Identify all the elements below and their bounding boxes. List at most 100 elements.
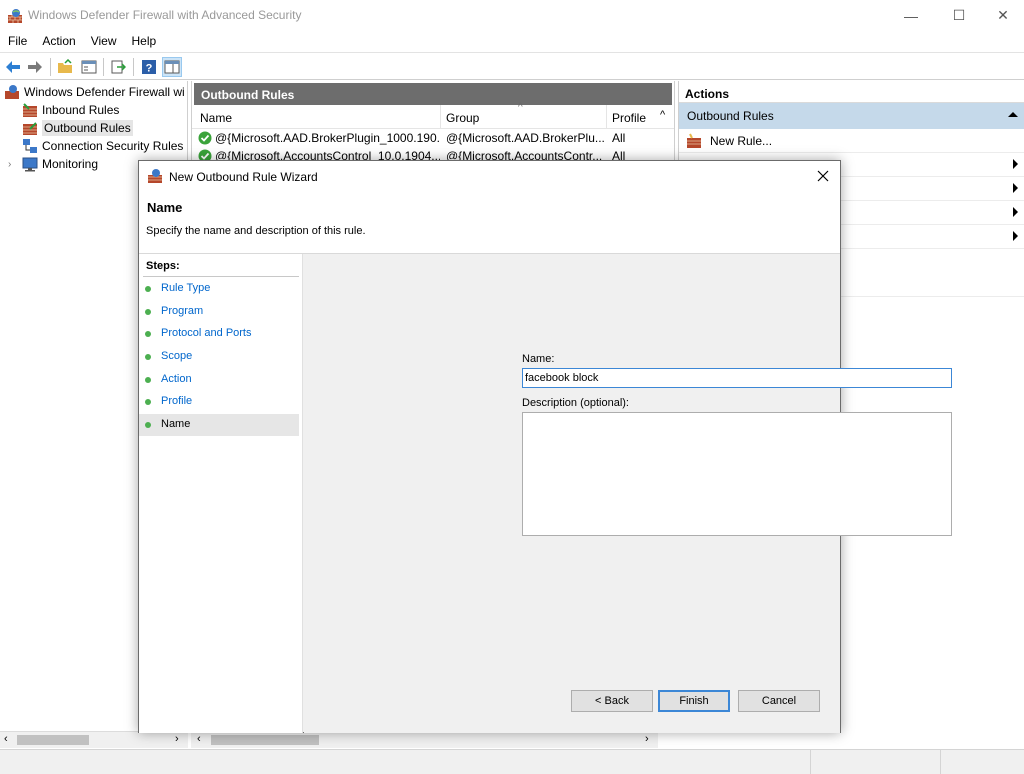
rule-group: @{Microsoft.AAD.BrokerPlu... <box>446 131 604 145</box>
new-rule-icon <box>687 133 701 148</box>
firewall-icon <box>148 169 162 183</box>
chevron-right-icon[interactable]: › <box>8 159 18 170</box>
tree-hscrollbar[interactable]: ‹ › <box>0 731 188 748</box>
step-label: Name <box>161 418 191 430</box>
firewall-icon <box>5 85 19 99</box>
svg-text:?: ? <box>146 63 153 75</box>
wizard-page-subtitle: Specify the name and description of this… <box>146 225 366 237</box>
tree-label: Connection Security Rules <box>42 139 184 153</box>
wizard-steps-panel: Steps: Rule Type Program Protocol and Po… <box>139 254 303 733</box>
step-complete-dot-icon <box>145 399 151 405</box>
step-complete-dot-icon <box>145 354 151 360</box>
submenu-arrow-icon <box>1013 159 1018 169</box>
wizard-title: New Outbound Rule Wizard <box>169 170 318 184</box>
step-complete-dot-icon <box>145 331 151 337</box>
forward-arrow-icon[interactable] <box>25 57 45 77</box>
step-current-dot-icon <box>145 422 151 428</box>
tree-label: Outbound Rules <box>42 120 133 136</box>
monitoring-icon <box>22 157 38 172</box>
toolbar: ? <box>0 52 1024 80</box>
rules-pane-header: Outbound Rules <box>194 83 672 105</box>
wizard-header: Name Specify the name and description of… <box>139 191 840 254</box>
new-outbound-rule-wizard: New Outbound Rule Wizard Name Specify th… <box>138 160 952 733</box>
help-icon[interactable]: ? <box>139 57 159 77</box>
table-row[interactable]: @{Microsoft.AAD.BrokerPlugin_1000.190...… <box>192 129 674 147</box>
column-group[interactable]: Group <box>446 111 479 125</box>
show-action-pane-icon[interactable] <box>162 57 182 77</box>
step-scope[interactable]: Scope <box>139 346 299 368</box>
window-title: Windows Defender Firewall with Advanced … <box>28 8 302 22</box>
step-label: Action <box>161 373 192 385</box>
step-label: Scope <box>161 350 193 362</box>
back-button[interactable]: < Back <box>571 690 653 712</box>
step-program[interactable]: Program <box>139 301 299 323</box>
scroll-right-icon[interactable]: › <box>175 733 179 745</box>
wizard-close-button[interactable] <box>806 161 840 191</box>
scroll-up-icon[interactable]: ^ <box>660 109 665 121</box>
export-list-icon[interactable] <box>108 57 128 77</box>
tree-item-monitoring[interactable]: › Monitoring <box>8 155 98 173</box>
submenu-arrow-icon <box>1013 231 1018 241</box>
step-protocol-and-ports[interactable]: Protocol and Ports <box>139 323 299 345</box>
firewall-app-icon <box>8 9 22 23</box>
description-textarea[interactable] <box>522 412 952 536</box>
outbound-rules-icon <box>23 122 37 135</box>
menu-view[interactable]: View <box>83 31 124 52</box>
rules-hscrollbar[interactable]: ‹ › <box>191 731 658 748</box>
wizard-titlebar: New Outbound Rule Wizard <box>139 161 840 191</box>
scroll-thumb[interactable] <box>17 735 89 745</box>
inbound-rules-icon <box>23 103 37 117</box>
wizard-page-heading: Name <box>147 200 183 215</box>
new-rule-label: New Rule... <box>710 134 773 148</box>
column-headers: Name Group ^ Profile ^ <box>192 102 674 129</box>
status-bar <box>0 749 1024 774</box>
minimize-button[interactable]: — <box>888 0 934 31</box>
tree-root[interactable]: Windows Defender Firewall with Advanced … <box>4 83 184 101</box>
step-complete-dot-icon <box>145 309 151 315</box>
menu-action[interactable]: Action <box>34 31 82 52</box>
step-action[interactable]: Action <box>139 369 299 391</box>
tree-item-inbound-rules[interactable]: Inbound Rules <box>22 101 119 119</box>
steps-title: Steps: <box>146 260 180 272</box>
scroll-thumb[interactable] <box>211 735 319 745</box>
connection-security-icon <box>23 139 37 153</box>
submenu-arrow-icon <box>1013 183 1018 193</box>
cancel-button[interactable]: Cancel <box>738 690 820 712</box>
tree-item-outbound-rules[interactable]: Outbound Rules <box>22 119 133 137</box>
collapse-arrow-icon[interactable] <box>1008 112 1018 117</box>
scroll-left-icon[interactable]: ‹ <box>197 733 201 745</box>
wizard-content: Name: Description (optional): < Back Fin… <box>304 254 952 733</box>
tree-root-label: Windows Defender Firewall with Advanced … <box>24 85 184 99</box>
menu-bar: File Action View Help <box>0 31 1024 52</box>
rule-name: @{Microsoft.AAD.BrokerPlugin_1000.190... <box>215 131 440 145</box>
scroll-left-icon[interactable]: ‹ <box>4 733 8 745</box>
step-rule-type[interactable]: Rule Type <box>139 278 299 300</box>
tree-item-connection-security-rules[interactable]: Connection Security Rules <box>22 137 183 155</box>
show-hide-tree-icon[interactable] <box>79 57 99 77</box>
step-name: Name <box>139 414 299 436</box>
up-folder-icon[interactable] <box>55 57 75 77</box>
column-profile[interactable]: Profile <box>612 111 646 125</box>
menu-help[interactable]: Help <box>124 31 164 52</box>
actions-section-label: Outbound Rules <box>687 109 774 123</box>
step-label: Protocol and Ports <box>161 327 252 339</box>
step-complete-dot-icon <box>145 286 151 292</box>
maximize-button[interactable]: ☐ <box>936 0 982 31</box>
rule-name-input[interactable] <box>522 368 952 388</box>
back-arrow-icon[interactable] <box>3 57 23 77</box>
step-label: Rule Type <box>161 282 211 294</box>
scroll-right-icon[interactable]: › <box>645 733 649 745</box>
column-name[interactable]: Name <box>200 111 232 125</box>
step-complete-dot-icon <box>145 377 151 383</box>
finish-button[interactable]: Finish <box>658 690 730 712</box>
actions-section-outbound-rules[interactable]: Outbound Rules <box>679 103 1024 129</box>
window-titlebar: Windows Defender Firewall with Advanced … <box>0 0 1024 31</box>
step-profile[interactable]: Profile <box>139 391 299 413</box>
tree-label: Inbound Rules <box>42 103 120 117</box>
close-icon <box>817 170 829 182</box>
actions-header: Actions <box>679 81 1024 103</box>
action-new-rule[interactable]: New Rule... <box>679 129 1024 153</box>
close-window-button[interactable]: ✕ <box>980 0 1024 31</box>
name-label: Name: <box>522 353 555 365</box>
menu-file[interactable]: File <box>0 31 34 52</box>
